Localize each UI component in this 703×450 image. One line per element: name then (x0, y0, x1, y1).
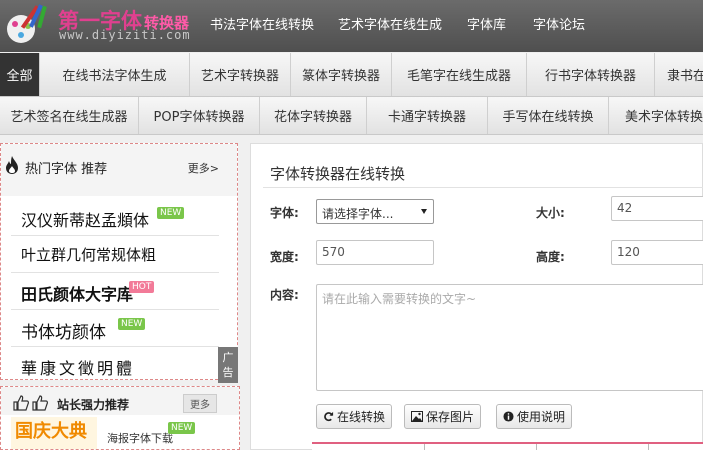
new-badge: NEW (157, 207, 185, 219)
category-calligraphy-generator[interactable]: 在线书法字体生成 (40, 53, 190, 96)
category-running-script[interactable]: 行书字体转换器 (527, 53, 655, 96)
thumbs-up-icon (13, 395, 49, 411)
category-fancy[interactable]: 花体字转换器 (260, 97, 367, 134)
nav-calligraphy[interactable]: 书法字体在线转换 (210, 14, 314, 33)
category-clerical[interactable]: 隶书在 (655, 53, 703, 96)
font-item-label: 田氏颜体大字库 (21, 285, 134, 304)
category-signature[interactable]: 艺术签名在线生成器 (0, 97, 139, 134)
category-cartoon[interactable]: 卡通字转换器 (367, 97, 488, 134)
content-textarea[interactable]: 请在此输入需要转换的文字~ (316, 284, 703, 391)
font-item[interactable]: 汉仪新蒂赵孟頫体 NEW (11, 199, 219, 236)
recommend-thumbnail[interactable]: 国庆大典 (11, 417, 97, 449)
divider (648, 444, 649, 450)
width-label: 宽度: (270, 250, 299, 264)
font-item[interactable]: 叶立群几何常规体粗 (11, 236, 219, 273)
category-row-2: 艺术签名在线生成器 POP字体转换器 花体字转换器 卡通字转换器 手写体在线转换… (0, 97, 703, 135)
hot-fonts-more-link[interactable]: 更多> (188, 160, 219, 176)
ad-label[interactable]: 广告 (218, 347, 238, 383)
hot-fonts-header: 热门字体 推荐 更多> (1, 144, 237, 196)
category-handwriting[interactable]: 手写体在线转换 (488, 97, 609, 134)
nav-font-library[interactable]: 字体库 (467, 14, 506, 33)
logo-icon[interactable] (4, 2, 50, 46)
help-button[interactable]: 使用说明 (496, 404, 573, 429)
font-select-value: 请选择字体... (322, 207, 394, 221)
category-pop[interactable]: POP字体转换器 (139, 97, 260, 134)
preview-area (312, 442, 703, 450)
font-item-label: 叶立群几何常规体粗 (21, 246, 157, 264)
convert-button[interactable]: 在线转换 (316, 404, 393, 429)
height-input[interactable]: 120 (611, 240, 703, 265)
divider (424, 444, 425, 450)
nav-art-font[interactable]: 艺术字体在线生成 (338, 14, 442, 33)
new-badge: NEW (118, 318, 146, 330)
image-icon (411, 411, 423, 422)
help-button-label: 使用说明 (517, 410, 566, 424)
save-image-button-label: 保存图片 (426, 410, 475, 424)
font-label: 字体: (270, 206, 299, 220)
content-label: 内容: (270, 288, 299, 302)
flame-icon (6, 156, 18, 174)
size-label: 大小: (536, 206, 565, 220)
converter-panel: 字体转换器在线转换 字体: 请选择字体... 大小: 42 宽度: 570 高度… (250, 143, 703, 450)
hot-fonts-panel: 热门字体 推荐 更多> 汉仪新蒂赵孟頫体 NEW 叶立群几何常规体粗 田氏颜体大… (0, 143, 238, 383)
logo-url: www.diyiziti.com (59, 28, 191, 42)
category-art-design[interactable]: 美术字体转换 (609, 97, 703, 134)
category-row-1: 全部 在线书法字体生成 艺术字转换器 篆体字转换器 毛笔字在线生成器 行书字体转… (0, 53, 703, 97)
font-item[interactable]: 華康文徵明體 (11, 347, 219, 384)
sidebar: 热门字体 推荐 更多> 汉仪新蒂赵孟頫体 NEW 叶立群几何常规体粗 田氏颜体大… (0, 140, 240, 450)
width-input[interactable]: 570 (316, 240, 434, 265)
divider (263, 187, 703, 188)
info-icon (503, 411, 514, 422)
converter-title: 字体转换器在线转换 (270, 165, 406, 183)
font-item[interactable]: 田氏颜体大字库 HOT (11, 273, 219, 310)
recommend-title: 站长强力推荐 (57, 398, 130, 412)
size-input[interactable]: 42 (611, 196, 703, 221)
font-item-label: 汉仪新蒂赵孟頫体 (21, 211, 150, 230)
category-all[interactable]: 全部 (0, 53, 40, 96)
hot-fonts-title: 热门字体 推荐 (25, 162, 108, 177)
chevron-down-icon (421, 209, 427, 214)
site-header: 第一字体 转换器 www.diyiziti.com 书法字体在线转换 艺术字体在线… (0, 0, 703, 52)
category-art-converter[interactable]: 艺术字转换器 (190, 53, 291, 96)
hot-badge: HOT (129, 281, 155, 293)
nav-font-forum[interactable]: 字体论坛 (533, 14, 585, 33)
divider (536, 444, 537, 450)
recommend-link[interactable]: 海报字体下载 (107, 430, 173, 446)
font-item-label: 華康文徵明體 (21, 359, 136, 378)
recommend-header: 站长强力推荐 更多 (1, 387, 239, 415)
refresh-icon (324, 411, 334, 422)
category-seal-converter[interactable]: 篆体字转换器 (291, 53, 392, 96)
font-select[interactable]: 请选择字体... (316, 199, 434, 224)
new-badge: NEW (168, 422, 196, 434)
convert-button-label: 在线转换 (337, 410, 386, 424)
font-item[interactable]: 书体坊颜体 NEW (11, 310, 219, 347)
recommend-more-button[interactable]: 更多 (183, 394, 217, 413)
category-brush-generator[interactable]: 毛笔字在线生成器 (392, 53, 527, 96)
height-label: 高度: (536, 250, 565, 264)
font-item-label: 书体坊颜体 (21, 323, 106, 343)
save-image-button[interactable]: 保存图片 (404, 404, 482, 429)
